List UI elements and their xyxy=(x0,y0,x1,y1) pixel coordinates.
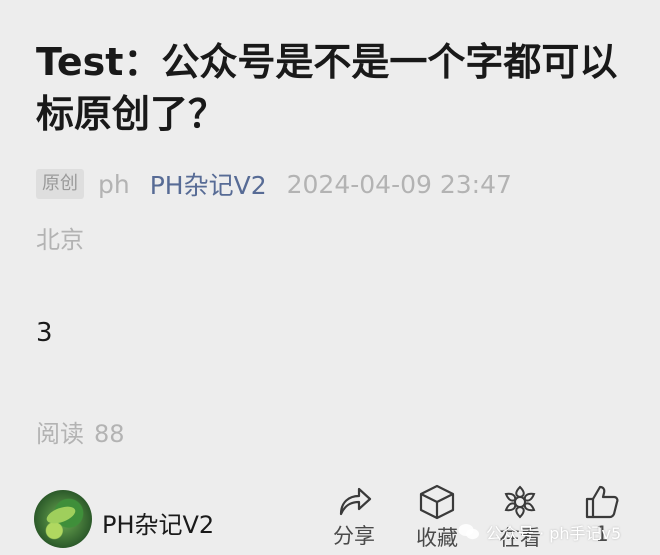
publish-time: 2024-04-09 23:47 xyxy=(286,169,512,199)
source-watermark: 公众号 · ph手记v5 xyxy=(458,520,621,544)
footer-account-name[interactable]: PH杂记V2 xyxy=(102,505,214,540)
article-meta: 原创 ph PH杂记V2 2024-04-09 23:47 xyxy=(36,167,512,201)
bookmark-cube-icon xyxy=(419,484,455,520)
original-badge: 原创 xyxy=(36,169,84,199)
read-count: 阅读 88 xyxy=(36,414,125,449)
share-icon xyxy=(339,487,372,516)
share-label: 分享 xyxy=(333,524,375,548)
publish-location: 北京 xyxy=(36,226,84,254)
share-button[interactable]: 分享 xyxy=(314,484,394,550)
watermark-text: 公众号 · ph手记v5 xyxy=(486,524,622,543)
article-title: Test：公众号是不是一个字都可以标原创了？ xyxy=(36,40,618,136)
article-body: 3 xyxy=(36,318,53,348)
article-footer: PH杂记V2 分享 收藏 在看 1 公众号 · ph手记v5 xyxy=(0,478,660,555)
author-name: ph xyxy=(98,169,130,199)
read-count-value: 88 xyxy=(94,420,125,448)
wechat-icon xyxy=(458,524,479,540)
wow-flower-icon xyxy=(504,485,536,519)
account-link[interactable]: PH杂记V2 xyxy=(150,166,267,202)
avatar[interactable] xyxy=(34,490,92,548)
read-count-label: 阅读 xyxy=(36,420,84,448)
thumbs-up-icon xyxy=(585,485,619,519)
